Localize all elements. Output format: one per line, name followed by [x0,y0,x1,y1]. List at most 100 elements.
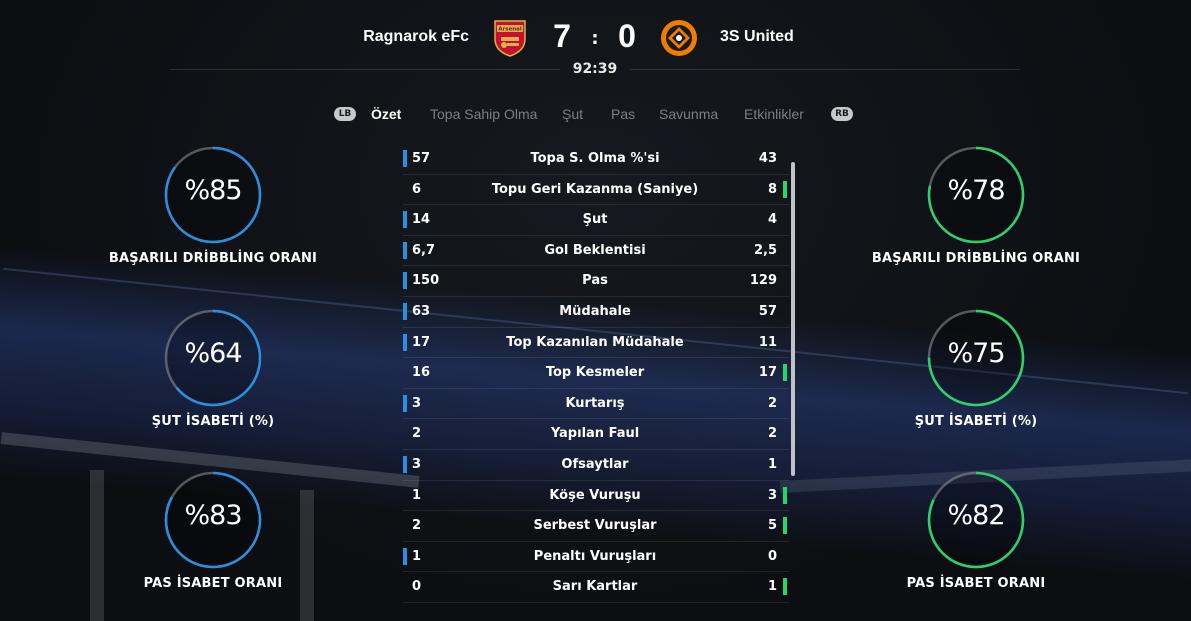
stat-name: Şut [582,212,608,228]
home-stat-value: 6,7 [412,242,436,258]
stats-tab-bar: LB Özet Topa Sahip Olma Şut Pas Savunma … [0,104,1191,126]
stat-row: 6,7 Gol Beklentisi 2,5 [403,236,789,267]
away-stat-value: 2 [767,426,777,442]
away-stat-value: 2,5 [753,242,777,258]
rb-button-icon[interactable]: RB [831,107,853,121]
match-stats-table[interactable]: 57 Topa S. Olma %'si 43 6 Topu Geri Kazanma … [403,144,789,603]
home-shot-accuracy-ring: %64 [163,308,263,408]
home-stat-value: 150 [412,273,440,289]
match-clock: 92:39 [572,61,618,77]
stats-scrollbar[interactable] [791,162,795,476]
away-stat-value: 1 [767,579,777,595]
stat-name: Top Kesmeler [545,365,645,381]
away-stat-value: 0 [767,548,777,564]
tab-savunma[interactable]: Savunma [659,106,718,122]
home-score: 7 [553,18,571,54]
stat-name: Penaltı Vuruşları [533,548,657,564]
scoreboard-header: Ragnarok eFc Arsenal 7 : 0 3S United 92:… [0,0,1191,80]
stat-name: Pas [582,273,608,289]
home-team-crest-icon: Arsenal [493,19,527,57]
home-dribbling-ring: %85 [163,145,263,245]
away-stat-value: 11 [758,334,777,350]
away-stat-value: 129 [749,273,777,289]
stat-row: 150 Pas 129 [403,266,789,297]
stat-row: 14 Şut 4 [403,205,789,236]
away-dribbling-ring: %78 [926,145,1026,245]
away-team-name: 3S United [720,28,794,45]
away-stat-value: 57 [758,303,777,319]
away-shot-accuracy-label: ŞUT İSABETİ (%) [914,414,1038,429]
away-pass-accuracy-value: %82 [947,500,1005,531]
away-stat-value: 17 [758,365,777,381]
away-leader-bar [783,517,787,535]
stat-name: Ofsaytlar [561,456,629,472]
stat-name: Köşe Vuruşu [549,487,641,503]
home-shot-accuracy-label: ŞUT İSABETİ (%) [151,414,275,429]
stat-row: 63 Müdahale 57 [403,297,789,328]
tab-ozet[interactable]: Özet [371,106,401,122]
away-leader-bar [783,486,787,504]
home-stat-value: 16 [412,365,431,381]
away-leader-bar [783,180,787,198]
stat-row: 16 Top Kesmeler 17 [403,358,789,389]
stat-name: Top Kazanılan Müdahale [506,334,684,350]
away-stat-value: 3 [767,487,777,503]
home-stat-value: 6 [412,181,422,197]
home-dribbling-value: %85 [184,175,242,206]
away-stat-value: 1 [767,456,777,472]
svg-text:Arsenal: Arsenal [498,27,522,33]
home-stat-value: 3 [412,456,422,472]
home-leader-bar [403,241,407,259]
home-stat-value: 17 [412,334,431,350]
home-leader-bar [403,302,407,320]
stat-name: Yapılan Faul [550,426,640,442]
home-stat-value: 1 [412,487,422,503]
home-pass-accuracy-ring: %83 [163,470,263,570]
away-shot-accuracy-ring: %75 [926,308,1026,408]
home-stat-value: 14 [412,212,431,228]
away-leader-bar [783,364,787,382]
away-stat-value: 4 [767,212,777,228]
stat-row: 3 Ofsaytlar 1 [403,450,789,481]
stat-row: 2 Yapılan Faul 2 [403,419,789,450]
tab-etkinlikler[interactable]: Etkinlikler [744,106,804,122]
away-score: 0 [618,18,636,54]
stat-row: 6 Topu Geri Kazanma (Saniye) 8 [403,175,789,206]
home-stat-value: 1 [412,548,422,564]
score-separator: : [591,28,599,49]
away-dribbling-value: %78 [947,175,1005,206]
home-stat-value: 57 [412,151,431,166]
header-divider-left [170,69,560,70]
away-stat-value: 8 [767,181,777,197]
stat-row: 2 Serbest Vuruşlar 5 [403,511,789,542]
stat-name: Gol Beklentisi [544,242,646,258]
stat-name: Topu Geri Kazanma (Saniye) [491,181,699,197]
home-leader-bar [403,272,407,290]
header-divider-right [630,69,1020,70]
stat-row: 57 Topa S. Olma %'si 43 [403,144,789,175]
home-leader-bar [403,333,407,351]
away-stat-value: 43 [758,151,777,166]
stat-row: 3 Kurtarış 2 [403,389,789,420]
home-leader-bar [403,547,407,565]
home-stat-value: 63 [412,303,431,319]
away-team-crest-icon [660,19,698,57]
away-pass-accuracy-ring: %82 [926,470,1026,570]
stat-name: Serbest Vuruşlar [533,518,657,534]
home-dribbling-label: BAŞARILI DRİBBLİNG ORANI [108,251,318,266]
tab-sut[interactable]: Şut [562,106,583,122]
stat-name: Müdahale [559,303,631,319]
home-pass-accuracy-value: %83 [184,500,242,531]
tab-pas[interactable]: Pas [611,106,635,122]
away-shot-accuracy-value: %75 [947,338,1005,369]
lb-button-icon[interactable]: LB [334,107,356,121]
home-team-name: Ragnarok eFc [363,28,469,45]
home-shot-accuracy-value: %64 [184,338,242,369]
tab-topa-sahip-olma[interactable]: Topa Sahip Olma [430,106,537,122]
away-dribbling-label: BAŞARILI DRİBBLİNG ORANI [871,251,1081,266]
stat-row: 1 Penaltı Vuruşları 0 [403,542,789,573]
home-stat-value: 0 [412,579,422,595]
stat-name: Kurtarış [565,395,625,411]
home-leader-bar [403,394,407,412]
stat-row: 1 Köşe Vuruşu 3 [403,481,789,512]
